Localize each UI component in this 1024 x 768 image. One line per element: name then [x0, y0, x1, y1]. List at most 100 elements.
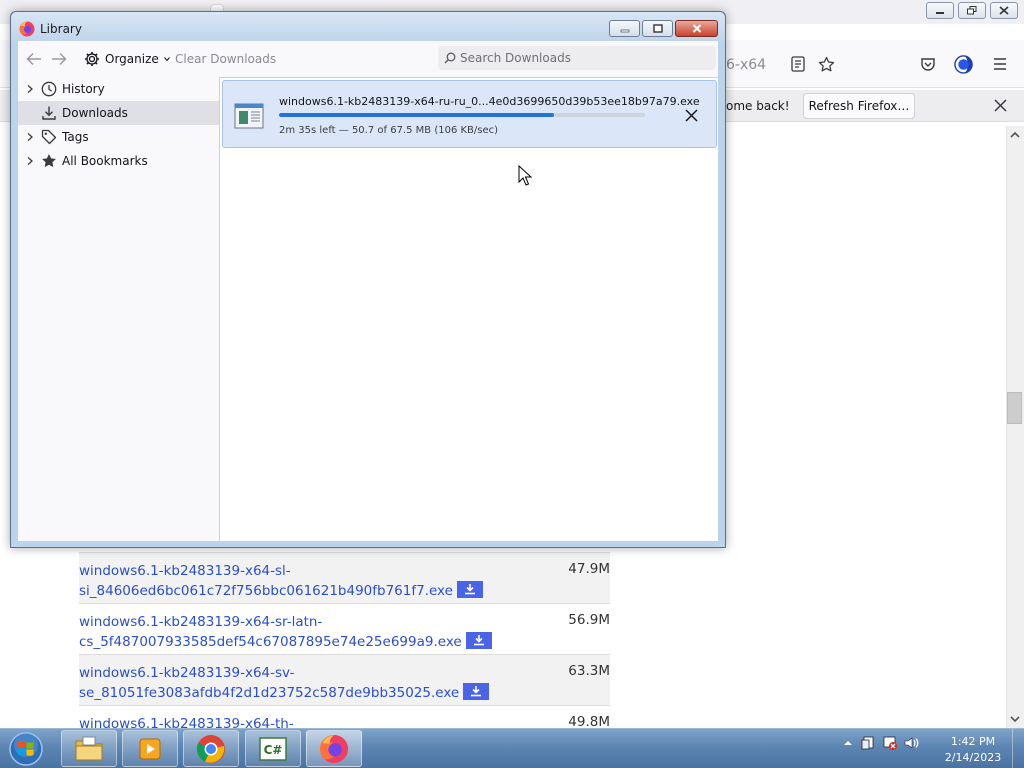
library-close-button[interactable]	[675, 20, 718, 37]
file-link-text[interactable]: si_84606ed6bc061c72f756bbc061621b490fb76…	[79, 583, 453, 599]
chevron-right-icon[interactable]	[25, 156, 35, 166]
download-arrow-icon	[464, 584, 475, 595]
scroll-up-arrow-icon[interactable]	[1010, 130, 1020, 140]
browser-restore-button[interactable]	[958, 2, 986, 19]
show-desktop-button[interactable]	[1012, 729, 1024, 768]
browser-minimize-button[interactable]	[926, 2, 954, 19]
file-download-button[interactable]	[465, 632, 492, 649]
forward-button[interactable]	[51, 49, 69, 69]
scroll-down-arrow-icon[interactable]	[1010, 714, 1020, 724]
file-size: 63.3M	[568, 663, 610, 679]
file-size: 47.9M	[568, 561, 610, 577]
tag-icon	[41, 129, 57, 145]
restore-icon	[967, 6, 977, 15]
tree-item-downloads[interactable]: Downloads	[18, 101, 219, 125]
chrome-icon	[196, 734, 225, 763]
taskbar-chrome[interactable]	[183, 730, 239, 767]
taskbar-firefox[interactable]	[306, 730, 362, 767]
action-center-icon[interactable]	[861, 735, 877, 751]
tree-item-history[interactable]: History	[18, 77, 219, 101]
file-link-text[interactable]: cs_5f487007933585def54c67087895e74e25e69…	[79, 634, 462, 650]
file-row: windows6.1-kb2483139-x64-sv-se_81051fe30…	[79, 654, 610, 705]
show-hidden-icons-icon[interactable]	[840, 735, 856, 751]
start-button[interactable]	[6, 731, 46, 767]
cancel-download-button[interactable]	[681, 105, 701, 125]
minimize-icon	[936, 12, 944, 14]
maximize-icon	[652, 24, 663, 33]
taskbar-explorer[interactable]	[61, 730, 117, 767]
taskbar-clock[interactable]: 1:42 PM 2/14/2023	[940, 734, 1006, 766]
csharp-file-icon: C#	[259, 736, 287, 761]
library-sidebar-tree: History Downloads Tags All Bookmarks	[18, 77, 219, 541]
refresh-firefox-button[interactable]: Refresh Firefox…	[803, 93, 915, 119]
network-disconnected-icon[interactable]	[882, 735, 898, 751]
page-scrollbar[interactable]	[1006, 126, 1024, 728]
file-row: windows6.1-kb2483139-x64-sl-si_84606ed6b…	[79, 552, 610, 603]
library-minimize-button[interactable]	[609, 20, 640, 37]
volume-icon[interactable]	[903, 735, 919, 751]
hamburger-menu-icon	[994, 58, 1006, 70]
file-link[interactable]: windows6.1-kb2483139-x64-sr-latn-cs_5f48…	[79, 612, 559, 652]
close-icon	[993, 98, 1007, 112]
app-menu-button[interactable]	[990, 54, 1010, 74]
url-bar-text[interactable]: 6-x64	[726, 57, 766, 73]
gear-icon	[85, 52, 99, 66]
minimize-icon	[620, 29, 629, 33]
pocket-icon	[921, 58, 935, 71]
tree-item-label: All Bookmarks	[62, 154, 148, 168]
download-arrow-icon	[471, 686, 482, 697]
tree-item-label: Tags	[62, 130, 89, 144]
chevron-right-icon[interactable]	[25, 132, 35, 142]
star-icon	[42, 154, 56, 168]
windows-start-orb-icon	[9, 732, 43, 766]
back-arrow-icon	[26, 52, 41, 66]
file-link-text[interactable]: se_81051fe3083afdb4f2d1d23752c587de9bb35…	[79, 685, 459, 701]
file-link-text[interactable]: windows6.1-kb2483139-x64-sv-	[79, 665, 295, 681]
forward-arrow-icon	[52, 52, 67, 66]
reader-view-button[interactable]	[788, 54, 808, 74]
browser-close-button[interactable]	[990, 2, 1018, 19]
system-tray	[840, 735, 919, 751]
download-status: 2m 35s left — 50.7 of 67.5 MB (106 KB/se…	[279, 125, 499, 136]
clock-icon	[41, 81, 57, 97]
chevron-down-icon	[163, 57, 170, 61]
file-link-text[interactable]: windows6.1-kb2483139-x64-sl-	[79, 563, 291, 579]
search-icon	[444, 52, 456, 64]
file-download-button[interactable]	[456, 581, 483, 598]
mouse-cursor-icon	[518, 165, 532, 186]
scrollbar-thumb[interactable]	[1007, 392, 1022, 424]
close-icon	[999, 6, 1009, 15]
library-maximize-button[interactable]	[642, 20, 673, 37]
file-list: windows6.1-kb2483139-x64-sl-si_84606ed6b…	[79, 552, 610, 756]
file-row: windows6.1-kb2483139-x64-sr-latn-cs_5f48…	[79, 603, 610, 654]
back-button[interactable]	[26, 49, 44, 69]
svg-text:C#: C#	[264, 743, 283, 757]
account-button[interactable]	[953, 54, 973, 74]
chevron-right-icon[interactable]	[25, 84, 35, 94]
tree-item-label: Downloads	[62, 106, 128, 120]
download-item[interactable]: windows6.1-kb2483139-x64-ru-ru_0...4e0d3…	[222, 80, 717, 148]
file-link-text[interactable]: windows6.1-kb2483139-x64-sr-latn-	[79, 614, 322, 630]
clear-downloads-button[interactable]: Clear Downloads	[175, 49, 276, 69]
download-arrow-icon	[473, 635, 484, 646]
folder-icon	[75, 736, 103, 760]
taskbar-csharp-ide[interactable]: C#	[245, 730, 301, 767]
pocket-button[interactable]	[918, 54, 938, 74]
download-progress-bar	[279, 113, 645, 117]
notification-close-button[interactable]	[990, 95, 1010, 115]
notification-text: ome back!	[726, 99, 790, 113]
file-link[interactable]: windows6.1-kb2483139-x64-sv-se_81051fe30…	[79, 663, 559, 703]
library-titlebar[interactable]: Library	[11, 12, 725, 42]
account-avatar-icon	[953, 54, 973, 74]
bookmark-star-button[interactable]	[816, 54, 836, 74]
organize-menu-button[interactable]: Organize	[84, 49, 170, 69]
search-downloads-input[interactable]	[460, 48, 710, 68]
tree-item-label: History	[62, 82, 105, 96]
taskbar-media-player[interactable]	[122, 730, 178, 767]
tree-item-all-bookmarks[interactable]: All Bookmarks	[18, 149, 219, 173]
library-window-title: Library	[40, 22, 82, 36]
tree-item-tags[interactable]: Tags	[18, 125, 219, 149]
file-link[interactable]: windows6.1-kb2483139-x64-sl-si_84606ed6b…	[79, 561, 559, 601]
close-icon	[692, 24, 701, 33]
file-download-button[interactable]	[463, 683, 490, 700]
